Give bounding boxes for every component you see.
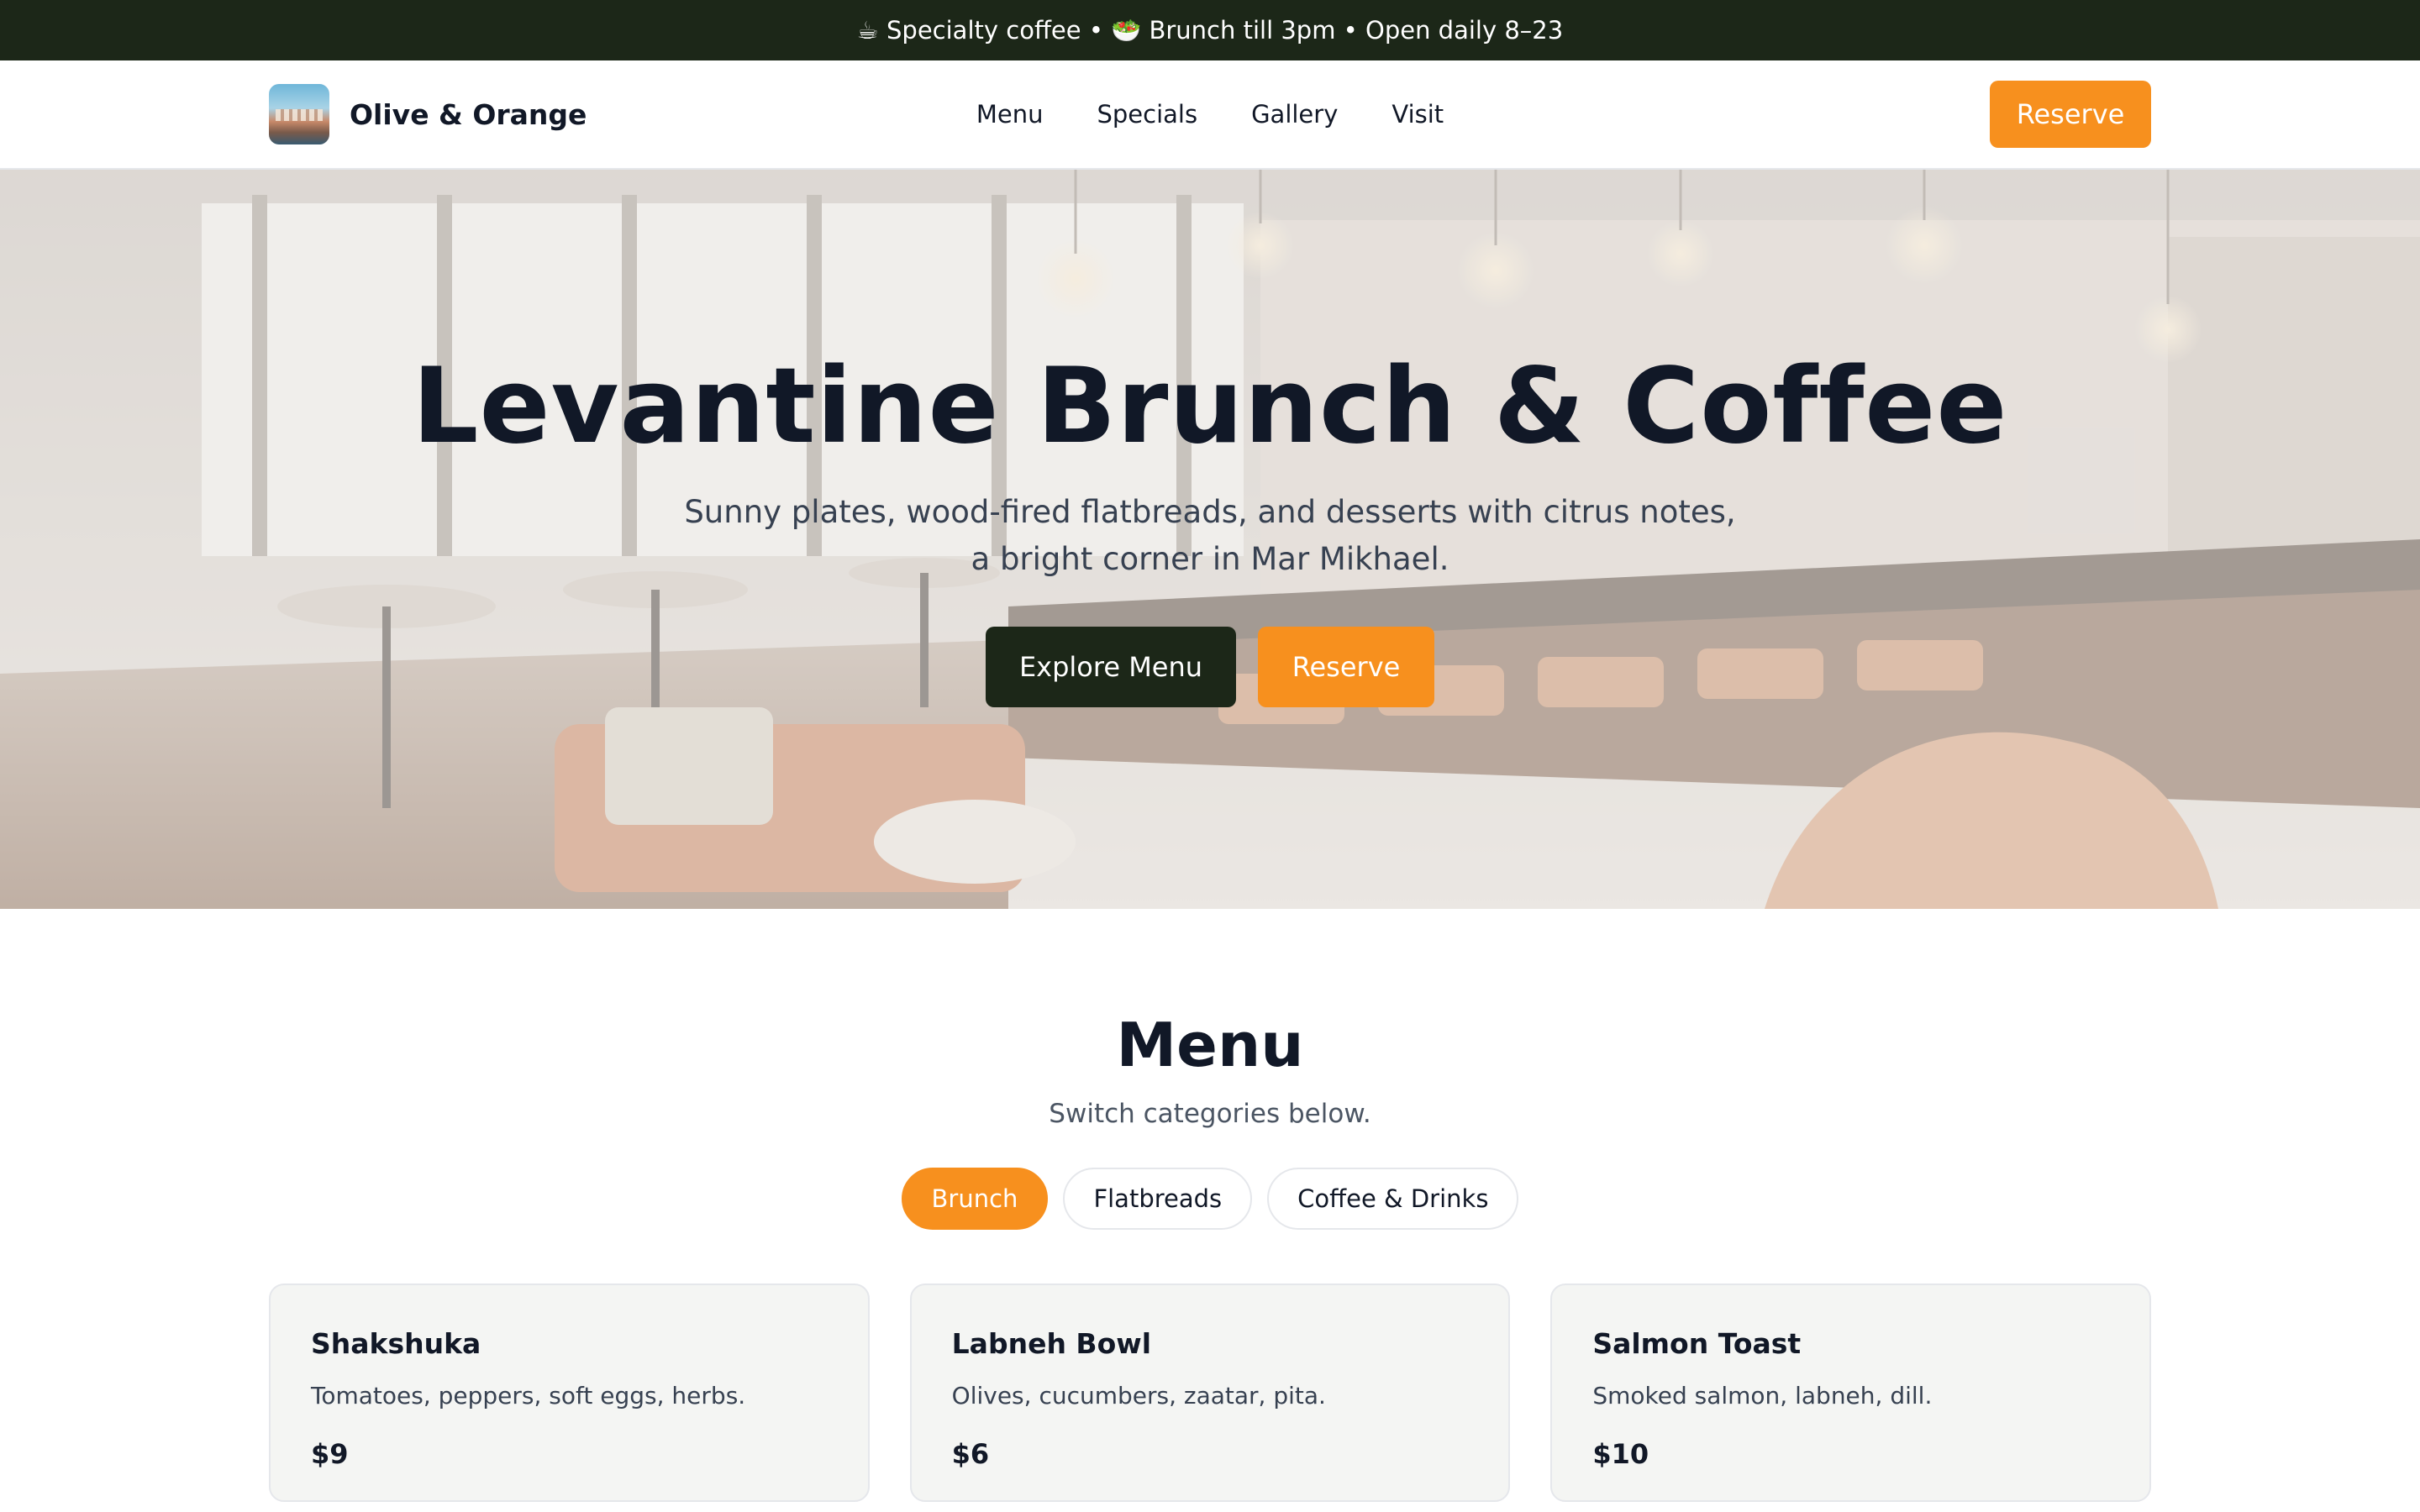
menu-item-card[interactable]: Salmon Toast Smoked salmon, labneh, dill… — [1550, 1284, 2151, 1502]
site-header: Olive & Orange Menu Specials Gallery Vis… — [0, 60, 2420, 170]
menu-subtitle: Switch categories below. — [1049, 1099, 1371, 1129]
nav-link-menu[interactable]: Menu — [976, 97, 1044, 131]
tab-coffee-drinks[interactable]: Coffee & Drinks — [1267, 1168, 1519, 1230]
menu-section: Menu Switch categories below. Brunch Fla… — [0, 909, 2420, 1512]
nav-link-gallery[interactable]: Gallery — [1251, 97, 1338, 131]
nav-link-visit[interactable]: Visit — [1392, 97, 1444, 131]
menu-item-description: Tomatoes, peppers, soft eggs, herbs. — [311, 1382, 746, 1410]
nav-link-specials[interactable]: Specials — [1097, 97, 1197, 131]
hero-subtitle: Sunny plates, wood-fired flatbreads, and… — [684, 494, 1736, 577]
menu-category-tabs: Brunch Flatbreads Coffee & Drinks — [901, 1168, 1519, 1230]
menu-item-card[interactable]: Shakshuka Tomatoes, peppers, soft eggs, … — [269, 1284, 870, 1502]
menu-item-name: Labneh Bowl — [951, 1327, 1152, 1360]
menu-item-price: $6 — [951, 1438, 990, 1470]
brand-name: Olive & Orange — [350, 97, 587, 131]
header-reserve-button[interactable]: Reserve — [1990, 81, 2151, 148]
hero-reserve-button[interactable]: Reserve — [1258, 627, 1434, 707]
hero-section: Levantine Brunch & Coffee Sunny plates, … — [0, 170, 2420, 909]
tab-brunch[interactable]: Brunch — [901, 1168, 1049, 1230]
hero-actions: Explore Menu Reserve — [986, 627, 1434, 707]
menu-item-card[interactable]: Labneh Bowl Olives, cucumbers, zaatar, p… — [909, 1284, 1511, 1502]
announcement-bar: ☕ Specialty coffee • 🥗 Brunch till 3pm •… — [0, 0, 2420, 60]
brand[interactable]: Olive & Orange — [269, 84, 587, 144]
menu-item-price: $10 — [1592, 1438, 1649, 1470]
menu-items-grid: Shakshuka Tomatoes, peppers, soft eggs, … — [269, 1284, 2151, 1502]
menu-item-description: Smoked salmon, labneh, dill. — [1592, 1382, 1933, 1410]
hero-title: Levantine Brunch & Coffee — [412, 346, 2008, 467]
menu-item-name: Shakshuka — [311, 1327, 481, 1360]
menu-title: Menu — [1116, 1010, 1304, 1080]
menu-item-description: Olives, cucumbers, zaatar, pita. — [951, 1382, 1326, 1410]
explore-menu-button[interactable]: Explore Menu — [986, 627, 1236, 707]
main-nav: Menu Specials Gallery Visit — [976, 97, 1444, 131]
hero-content: Levantine Brunch & Coffee Sunny plates, … — [0, 170, 2420, 909]
menu-item-name: Salmon Toast — [1592, 1327, 1802, 1360]
logo-image — [269, 84, 329, 144]
announcement-text: ☕ Specialty coffee • 🥗 Brunch till 3pm •… — [856, 15, 1564, 45]
menu-item-price: $9 — [311, 1438, 349, 1470]
tab-flatbreads[interactable]: Flatbreads — [1063, 1168, 1253, 1230]
